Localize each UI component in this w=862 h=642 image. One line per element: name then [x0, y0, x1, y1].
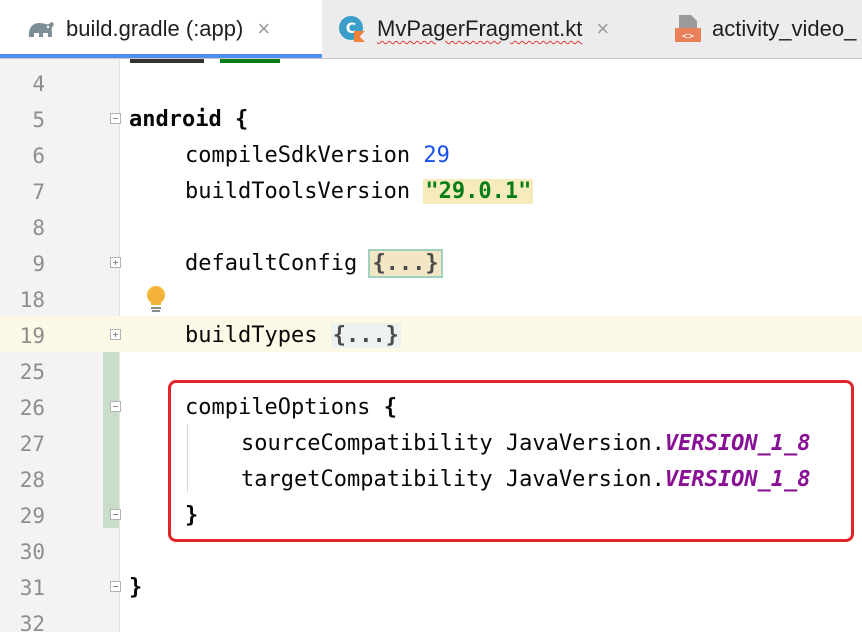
code-line: 6 compileSdkVersion 29 [0, 138, 862, 174]
gradle-elephant-icon [26, 14, 56, 44]
string-literal: "29.0.1" [423, 179, 534, 204]
line-number: 28 [19, 468, 45, 492]
line-number: 5 [32, 108, 45, 132]
close-tab-icon[interactable]: × [596, 16, 609, 42]
code-line: 7 buildToolsVersion "29.0.1" [0, 174, 862, 210]
tab-activity-video[interactable]: <> activity_video_ [672, 0, 862, 58]
tab-mvpagerfragment[interactable]: C MvPagerFragment.kt × [337, 0, 650, 58]
fold-collapse-icon[interactable] [110, 113, 121, 124]
line-number: 25 [19, 360, 45, 384]
line-number: 18 [19, 288, 45, 312]
code-line: 8 [0, 210, 862, 246]
tab-label: activity_video_ [712, 16, 857, 41]
code-text: buildToolsVersion [185, 179, 424, 204]
fold-collapse-icon[interactable] [110, 401, 121, 412]
code-line: 18 [0, 282, 862, 318]
number-literal: 29 [423, 143, 450, 168]
lightbulb-icon[interactable] [145, 285, 169, 317]
line-number: 29 [19, 504, 45, 528]
line-number: 6 [32, 144, 45, 168]
code-line: 9 defaultConfig {...} [0, 246, 862, 282]
code-line: 5 android { [0, 102, 862, 138]
line-number: 27 [19, 432, 45, 456]
tab-label: MvPagerFragment.kt [377, 16, 583, 41]
code-line: 32 [0, 606, 862, 642]
fold-expand-icon[interactable] [110, 257, 121, 268]
code-text: defaultConfig [185, 251, 371, 276]
code-text: android { [129, 107, 249, 132]
line-number: 19 [19, 324, 45, 348]
line-number: 9 [32, 252, 45, 276]
code-line: 19 buildTypes {...} [0, 318, 862, 354]
line-number: 26 [19, 396, 45, 420]
line-number: 30 [19, 540, 45, 564]
fold-collapse-icon[interactable] [110, 509, 121, 520]
fold-collapse-icon[interactable] [110, 581, 121, 592]
code-line: 4 [0, 66, 862, 102]
code-text: buildTypes [185, 323, 331, 348]
brace: } [129, 575, 143, 600]
line-number: 8 [32, 216, 45, 240]
fold-expand-icon[interactable] [110, 329, 121, 340]
line-number: 31 [19, 576, 45, 600]
kotlin-class-icon: C [337, 14, 367, 44]
svg-text:<>: <> [682, 31, 694, 42]
layout-xml-icon: <> [672, 14, 702, 44]
line-number: 7 [32, 180, 45, 204]
code-text: compileSdkVersion [185, 143, 424, 168]
code-editor[interactable]: 4 5 android { 6 compileSdkVersion 29 7 b… [0, 59, 862, 636]
clipped-line [130, 35, 280, 65]
line-number: 32 [19, 612, 45, 636]
folded-region[interactable]: {...} [330, 323, 401, 348]
line-number: 4 [32, 72, 45, 96]
code-line: 31 } [0, 570, 862, 606]
highlight-annotation-box [168, 380, 854, 542]
folded-region[interactable]: {...} [368, 249, 443, 278]
